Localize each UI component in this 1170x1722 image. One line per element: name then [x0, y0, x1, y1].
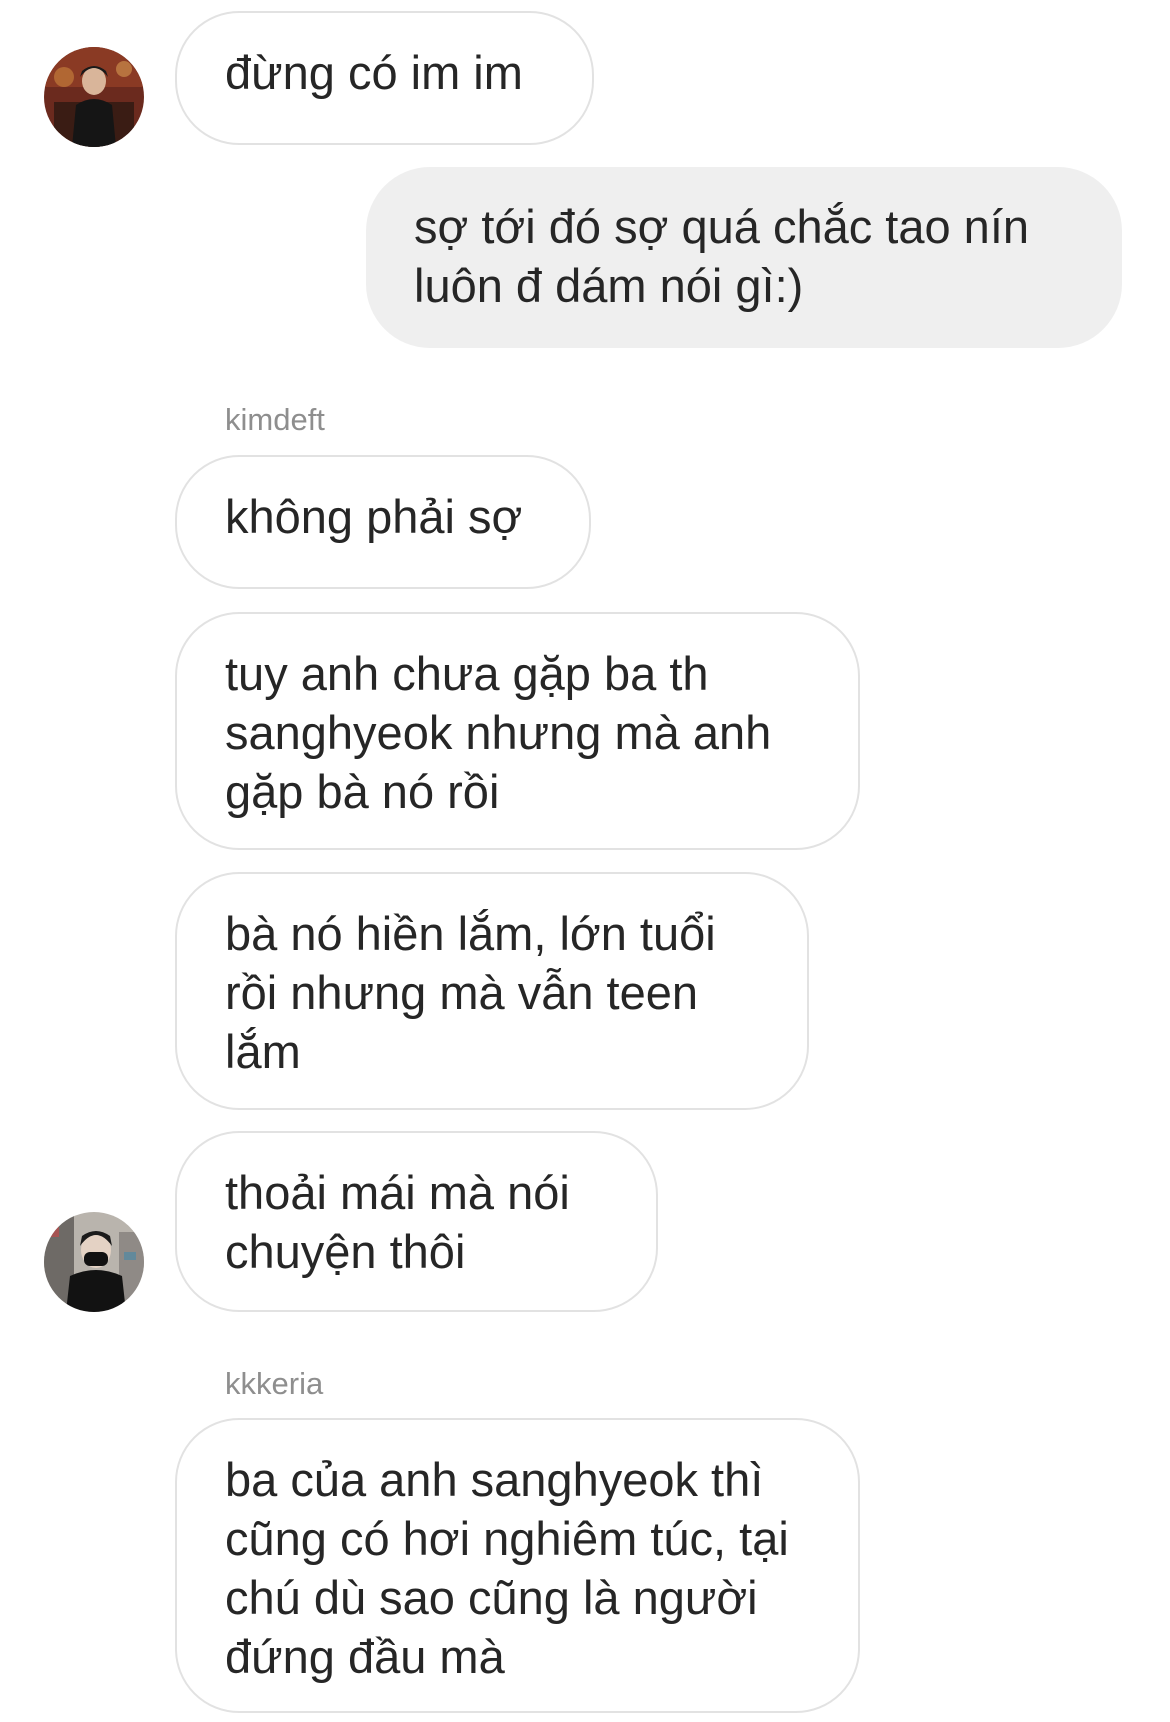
- sender-name: kimdeft: [225, 402, 325, 437]
- message-bubble-incoming[interactable]: ba của anh sanghyeok thì cũng có hơi ngh…: [175, 1418, 860, 1713]
- message-bubble-incoming[interactable]: thoải mái mà nói chuyện thôi: [175, 1131, 658, 1312]
- message-bubble-incoming[interactable]: đừng có im im: [175, 11, 594, 145]
- avatar[interactable]: [44, 1212, 144, 1312]
- profile-photo-icon: [44, 47, 144, 147]
- avatar[interactable]: [44, 47, 144, 147]
- message-text: không phải sợ: [225, 490, 523, 543]
- sender-name: kkkeria: [225, 1366, 324, 1401]
- message-text: thoải mái mà nói chuyện thôi: [225, 1166, 570, 1278]
- message-text: sợ tới đó sợ quá chắc tao nín luôn đ dám…: [414, 200, 1030, 312]
- message-bubble-outgoing[interactable]: sợ tới đó sợ quá chắc tao nín luôn đ dám…: [366, 167, 1122, 348]
- message-text: ba của anh sanghyeok thì cũng có hơi ngh…: [225, 1453, 789, 1683]
- message-text: bà nó hiền lắm, lớn tuổi rồi nhưng mà vẫ…: [225, 907, 716, 1078]
- message-bubble-incoming[interactable]: không phải sợ: [175, 455, 591, 589]
- message-text: tuy anh chưa gặp ba th sanghyeok nhưng m…: [225, 647, 772, 818]
- message-bubble-incoming[interactable]: tuy anh chưa gặp ba th sanghyeok nhưng m…: [175, 612, 860, 850]
- message-bubble-incoming[interactable]: bà nó hiền lắm, lớn tuổi rồi nhưng mà vẫ…: [175, 872, 809, 1110]
- profile-photo-icon: [44, 1212, 144, 1312]
- message-text: đừng có im im: [225, 46, 523, 99]
